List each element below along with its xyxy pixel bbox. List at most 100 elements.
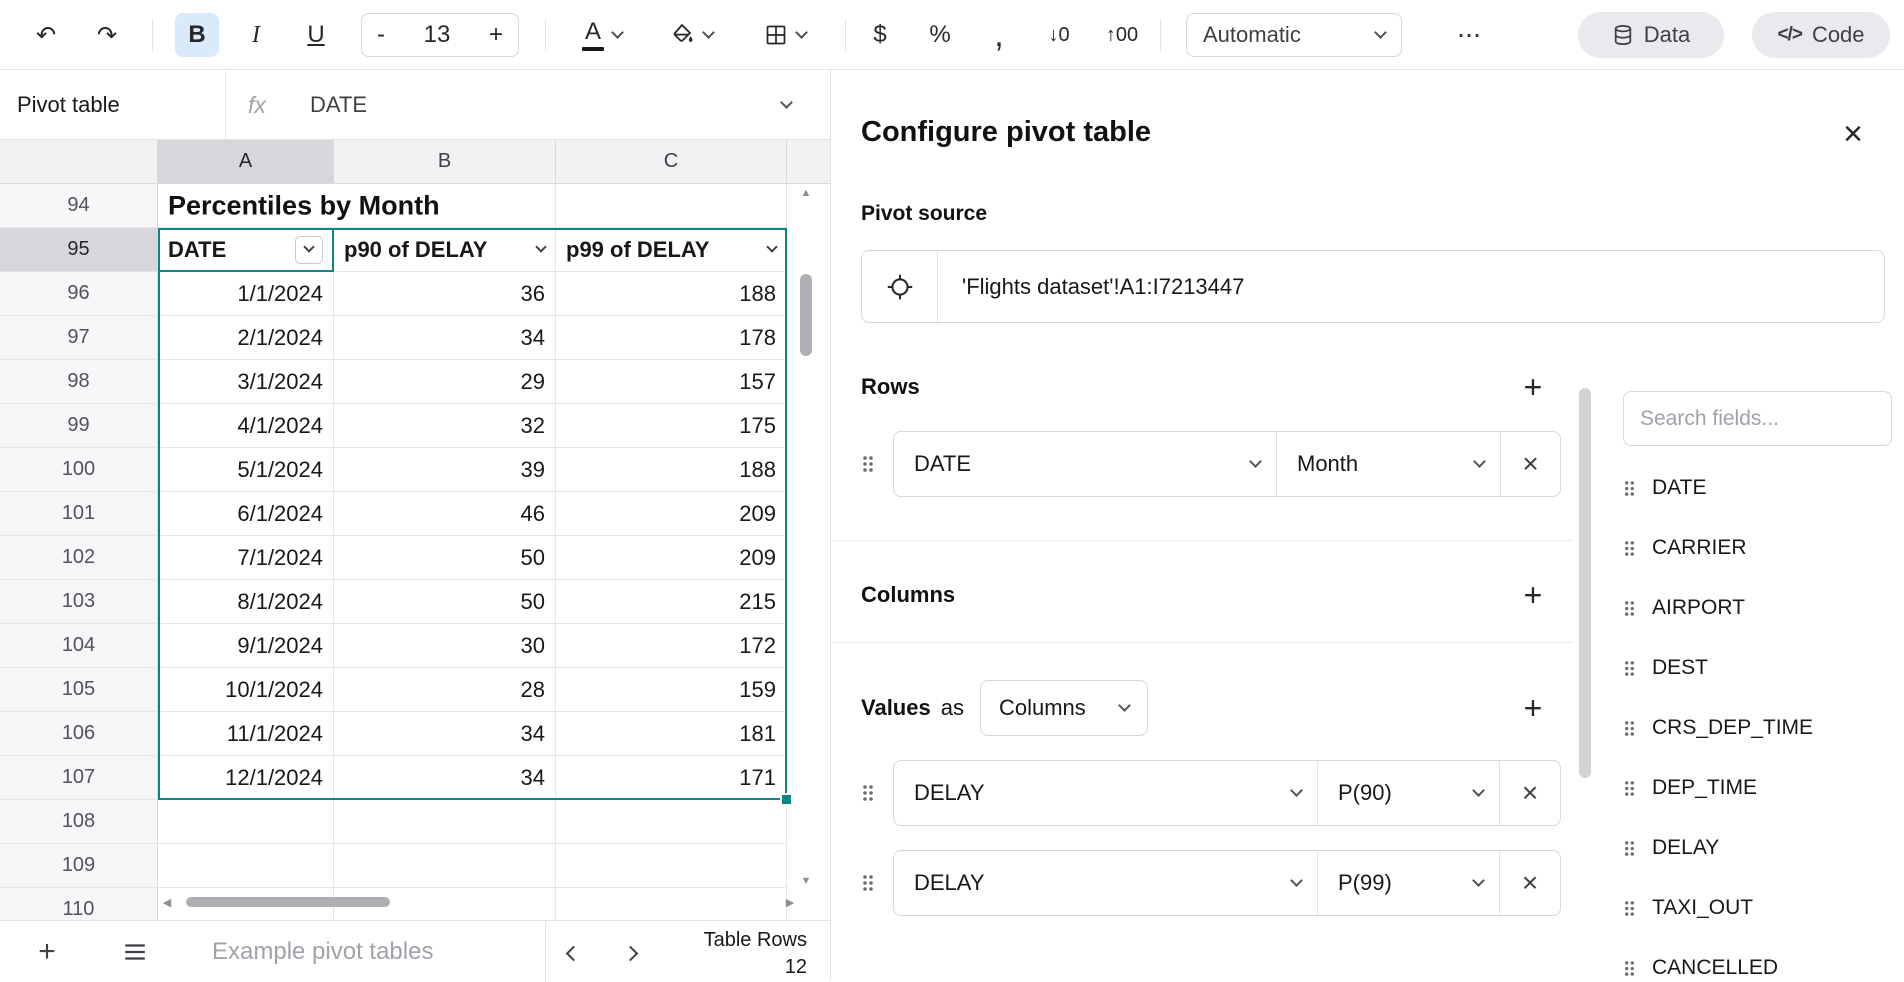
decrease-font-size-button[interactable]: - xyxy=(377,21,385,49)
sheet-tab[interactable]: Example pivot tables xyxy=(212,921,433,982)
drag-handle-icon[interactable] xyxy=(861,873,875,893)
cell[interactable]: 34 xyxy=(334,316,556,360)
field-list-item[interactable]: CANCELLED xyxy=(1623,948,1903,981)
select-range-button[interactable] xyxy=(862,251,938,322)
cell[interactable]: 10/1/2024 xyxy=(158,668,334,712)
cell[interactable]: 50 xyxy=(334,580,556,624)
row-header[interactable]: 107 xyxy=(0,756,158,800)
value-agg-dropdown[interactable]: P(99) xyxy=(1317,851,1499,915)
vertical-scrollbar-thumb[interactable] xyxy=(800,274,812,356)
remove-value-field-button[interactable]: × xyxy=(1499,851,1560,915)
drag-handle-icon[interactable] xyxy=(1623,959,1636,978)
formula-input[interactable]: DATE xyxy=(310,70,367,140)
pivot-source-input[interactable]: 'Flights dataset'!A1:I7213447 xyxy=(861,250,1885,323)
cell[interactable] xyxy=(334,844,556,888)
remove-value-field-button[interactable]: × xyxy=(1499,761,1560,825)
cell[interactable]: 171 xyxy=(556,756,787,800)
cell[interactable]: 29 xyxy=(334,360,556,404)
field-list-item[interactable]: DATE xyxy=(1623,468,1903,508)
field-list-item[interactable]: TAXI_OUT xyxy=(1623,888,1903,928)
cell-c94[interactable] xyxy=(556,184,787,228)
row-header[interactable]: 105 xyxy=(0,668,158,712)
underline-button[interactable]: U xyxy=(294,13,338,57)
percent-format-button[interactable]: % xyxy=(918,13,962,57)
cell[interactable]: 1/1/2024 xyxy=(158,272,334,316)
cell[interactable]: 209 xyxy=(556,492,787,536)
cell[interactable]: 12/1/2024 xyxy=(158,756,334,800)
vertical-scrollbar[interactable]: ▲ ▼ xyxy=(797,184,815,890)
cell[interactable]: 178 xyxy=(556,316,787,360)
code-button[interactable]: </> Code xyxy=(1752,12,1890,58)
row-header[interactable]: 106 xyxy=(0,712,158,756)
cell[interactable] xyxy=(556,800,787,844)
borders-button[interactable] xyxy=(748,13,822,57)
scroll-up-arrow[interactable]: ▲ xyxy=(797,184,815,202)
data-button[interactable]: Data xyxy=(1578,12,1724,58)
cell[interactable]: 157 xyxy=(556,360,787,404)
horizontal-scrollbar-thumb[interactable] xyxy=(186,897,390,907)
cell-b95[interactable]: p90 of DELAY xyxy=(334,228,556,272)
cell[interactable]: 8/1/2024 xyxy=(158,580,334,624)
cell[interactable]: 7/1/2024 xyxy=(158,536,334,580)
cell[interactable]: 36 xyxy=(334,272,556,316)
column-header-a[interactable]: A xyxy=(158,140,334,183)
cell-c95[interactable]: p99 of DELAY xyxy=(556,228,787,272)
next-button[interactable] xyxy=(615,941,645,965)
row-header[interactable]: 95 xyxy=(0,228,158,272)
row-header[interactable]: 104 xyxy=(0,624,158,668)
row-header[interactable]: 99 xyxy=(0,404,158,448)
column-header-c[interactable]: C xyxy=(556,140,787,183)
add-row-field-button[interactable]: + xyxy=(1515,369,1551,405)
row-header[interactable]: 103 xyxy=(0,580,158,624)
cell[interactable]: 3/1/2024 xyxy=(158,360,334,404)
increase-font-size-button[interactable]: + xyxy=(489,21,503,49)
more-formats-button[interactable]: ⋯ xyxy=(1447,13,1491,57)
redo-button[interactable]: ↷ xyxy=(85,13,129,57)
field-list-item[interactable]: DELAY xyxy=(1623,828,1903,868)
drag-handle-icon[interactable] xyxy=(1623,779,1636,798)
row-header[interactable]: 97 xyxy=(0,316,158,360)
sheet-menu-button[interactable] xyxy=(116,933,154,971)
number-format-dropdown[interactable]: Automatic xyxy=(1186,13,1402,57)
cell[interactable] xyxy=(334,800,556,844)
panel-scrollbar-thumb[interactable] xyxy=(1579,388,1591,778)
cell[interactable]: 39 xyxy=(334,448,556,492)
cell[interactable]: 2/1/2024 xyxy=(158,316,334,360)
close-panel-button[interactable]: × xyxy=(1831,112,1875,156)
cell[interactable]: 34 xyxy=(334,756,556,800)
add-column-field-button[interactable]: + xyxy=(1515,577,1551,613)
row-header[interactable]: 98 xyxy=(0,360,158,404)
cell[interactable]: 188 xyxy=(556,272,787,316)
row-header[interactable]: 100 xyxy=(0,448,158,492)
row-field-dropdown[interactable]: DATE xyxy=(894,432,1276,496)
column-filter-button[interactable] xyxy=(295,236,323,264)
cell[interactable]: 32 xyxy=(334,404,556,448)
row-group-dropdown[interactable]: Month xyxy=(1276,432,1500,496)
prev-button[interactable] xyxy=(558,941,588,965)
cell[interactable] xyxy=(158,800,334,844)
cell[interactable]: 9/1/2024 xyxy=(158,624,334,668)
drag-handle-icon[interactable] xyxy=(861,454,875,474)
cell-a94[interactable]: Percentiles by Month xyxy=(158,184,334,228)
drag-handle-icon[interactable] xyxy=(861,783,875,803)
text-color-button[interactable]: A xyxy=(565,13,639,57)
cell[interactable]: 11/1/2024 xyxy=(158,712,334,756)
row-header[interactable]: 94 xyxy=(0,184,158,228)
chevron-down-icon[interactable] xyxy=(766,241,777,252)
horizontal-scrollbar[interactable]: ◀ ▶ xyxy=(158,892,799,912)
select-all-corner[interactable] xyxy=(0,140,158,183)
cell[interactable]: 5/1/2024 xyxy=(158,448,334,492)
fill-color-button[interactable] xyxy=(655,13,729,57)
cell[interactable] xyxy=(158,844,334,888)
row-header[interactable]: 102 xyxy=(0,536,158,580)
undo-button[interactable]: ↶ xyxy=(24,13,68,57)
value-field-dropdown[interactable]: DELAY xyxy=(894,851,1317,915)
currency-format-button[interactable]: $ xyxy=(858,13,902,57)
cell[interactable]: 46 xyxy=(334,492,556,536)
values-mode-dropdown[interactable]: Columns xyxy=(980,680,1148,736)
increase-decimals-button[interactable]: ↑00 xyxy=(1096,13,1148,57)
drag-handle-icon[interactable] xyxy=(1623,839,1636,858)
cell-a95[interactable]: DATE xyxy=(158,228,334,272)
column-header-b[interactable]: B xyxy=(334,140,556,183)
add-sheet-button[interactable]: + xyxy=(28,933,66,971)
